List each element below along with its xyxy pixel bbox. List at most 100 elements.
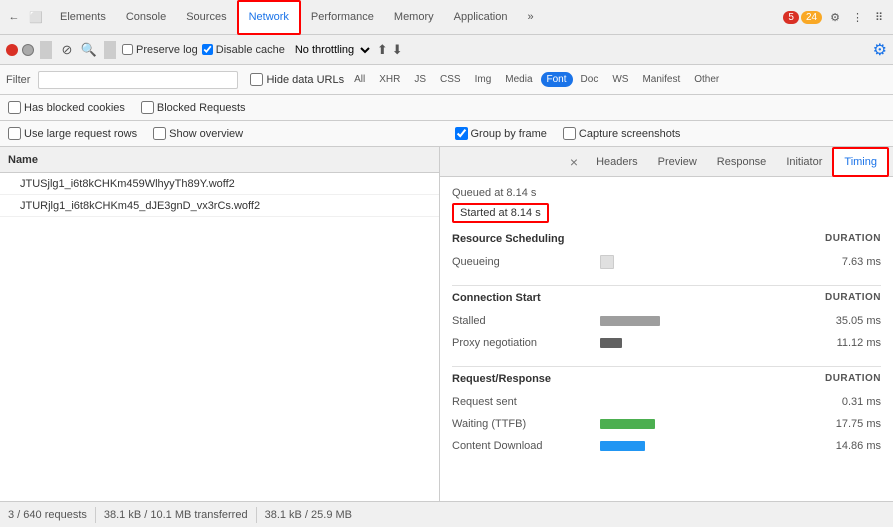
filter-tags: All XHR JS CSS Img Media Font Doc WS Man…	[348, 72, 725, 87]
show-overview-checkbox[interactable]	[153, 127, 166, 140]
capture-screenshots-label[interactable]: Capture screenshots	[563, 127, 681, 140]
preserve-log-label[interactable]: Preserve log	[122, 44, 198, 56]
filter-ws[interactable]: WS	[606, 72, 634, 87]
content-download-bar-container	[600, 441, 803, 451]
filter-doc[interactable]: Doc	[575, 72, 605, 87]
tab-initiator[interactable]: Initiator	[776, 147, 832, 177]
settings-network-icon[interactable]: ⚙	[873, 40, 887, 60]
timing-row-request-sent: Request sent 0.31 ms	[452, 391, 881, 413]
name-column-header: Name	[0, 147, 439, 173]
upload-icon[interactable]: ⬆	[377, 42, 388, 58]
connection-start-dur-label: DURATION	[825, 292, 881, 304]
hide-data-urls-label[interactable]: Hide data URLs	[250, 73, 344, 86]
tab-timing[interactable]: Timing	[832, 147, 889, 177]
request-response-section: Request/Response DURATION Request sent 0…	[452, 373, 881, 457]
right-tabs: × Headers Preview Response Initiator Tim…	[440, 147, 893, 177]
settings-icon[interactable]: ⚙	[824, 7, 846, 28]
filter-font[interactable]: Font	[541, 72, 573, 87]
checkboxes-row: Has blocked cookies Blocked Requests	[0, 95, 893, 121]
group-by-frame-label[interactable]: Group by frame	[455, 127, 547, 140]
filter-img[interactable]: Img	[469, 72, 498, 87]
disable-cache-label[interactable]: Disable cache	[202, 44, 285, 56]
more-options-icon[interactable]: ⋮	[846, 7, 869, 28]
dock-icon[interactable]: ⠿	[869, 7, 889, 28]
started-at-info: Started at 8.14 s	[452, 203, 549, 223]
resource-scheduling-title: Resource Scheduling	[452, 233, 564, 245]
resource-scheduling-dur-label: DURATION	[825, 233, 881, 245]
tab-application[interactable]: Application	[444, 0, 518, 35]
warning-badge: 24	[801, 11, 822, 24]
throttle-select[interactable]: No throttling	[289, 42, 373, 58]
preserve-log-checkbox[interactable]	[122, 44, 133, 55]
request-list: JTUSjlg1_i6t8kCHKm459WlhyyTh89Y.woff2 JT…	[0, 173, 439, 501]
disable-cache-checkbox[interactable]	[202, 44, 213, 55]
blocked-requests-checkbox[interactable]	[141, 101, 154, 114]
filter-manifest[interactable]: Manifest	[636, 72, 686, 87]
connection-start-title: Connection Start	[452, 292, 541, 304]
timing-row-stalled: Stalled 35.05 ms	[452, 310, 881, 332]
blocked-cookies-checkbox[interactable]	[8, 101, 21, 114]
queueing-bar	[600, 255, 614, 269]
queueing-value: 7.63 ms	[811, 256, 881, 268]
ttfb-value: 17.75 ms	[811, 418, 881, 430]
resource-size: 38.1 kB / 25.9 MB	[265, 509, 352, 521]
tab-network[interactable]: Network	[237, 0, 301, 35]
download-icon[interactable]: ⬇	[392, 42, 403, 58]
tab-preview[interactable]: Preview	[648, 147, 707, 177]
hide-data-urls-checkbox[interactable]	[250, 73, 263, 86]
filter-icon[interactable]: ⊘	[58, 41, 76, 59]
filter-all[interactable]: All	[348, 72, 371, 87]
requests-count: 3 / 640 requests	[8, 509, 87, 521]
tab-more[interactable]: »	[517, 0, 543, 35]
filter-xhr[interactable]: XHR	[373, 72, 406, 87]
content-download-bar	[600, 441, 645, 451]
close-panel-button[interactable]: ×	[562, 150, 586, 174]
filter-css[interactable]: CSS	[434, 72, 467, 87]
forward-icon[interactable]: ⬜	[26, 7, 46, 27]
tab-console[interactable]: Console	[116, 0, 176, 35]
proxy-bar	[600, 338, 622, 348]
request-sent-value: 0.31 ms	[811, 396, 881, 408]
blocked-requests-label[interactable]: Blocked Requests	[141, 101, 246, 114]
blocked-cookies-label[interactable]: Has blocked cookies	[8, 101, 125, 114]
ttfb-bar	[600, 419, 655, 429]
error-badge: 5	[783, 11, 799, 24]
group-by-frame-checkbox[interactable]	[455, 127, 468, 140]
search-icon[interactable]: 🔍	[80, 41, 98, 59]
content-download-label: Content Download	[452, 440, 592, 452]
capture-screenshots-checkbox[interactable]	[563, 127, 576, 140]
status-divider-1	[95, 507, 96, 523]
filter-js[interactable]: JS	[408, 72, 432, 87]
left-panel: Name JTUSjlg1_i6t8kCHKm459WlhyyTh89Y.wof…	[0, 147, 440, 501]
proxy-value: 11.12 ms	[811, 337, 881, 349]
tab-performance[interactable]: Performance	[301, 0, 384, 35]
status-divider-2	[256, 507, 257, 523]
request-item-0[interactable]: JTUSjlg1_i6t8kCHKm459WlhyyTh89Y.woff2	[0, 173, 439, 195]
stop-button[interactable]	[22, 44, 34, 56]
tab-headers[interactable]: Headers	[586, 147, 648, 177]
record-button[interactable]	[6, 44, 18, 56]
queueing-bar-container	[600, 255, 803, 269]
request-item-1[interactable]: JTURjlg1_i6t8kCHKm45_dJE3gnD_vx3rCs.woff…	[0, 195, 439, 217]
timing-content: Queued at 8.14 s Started at 8.14 s Resou…	[440, 177, 893, 501]
queued-at-info: Queued at 8.14 s	[452, 187, 881, 199]
filter-input[interactable]	[38, 71, 238, 89]
tab-sources[interactable]: Sources	[176, 0, 236, 35]
back-icon[interactable]: ←	[4, 7, 24, 27]
show-overview-label[interactable]: Show overview	[153, 127, 243, 140]
tab-response[interactable]: Response	[707, 147, 777, 177]
divider2	[104, 41, 116, 59]
large-rows-checkbox[interactable]	[8, 127, 21, 140]
divider-2	[452, 366, 881, 367]
stalled-label: Stalled	[452, 315, 592, 327]
filter-label: Filter	[6, 74, 30, 86]
request-response-title: Request/Response	[452, 373, 551, 385]
filter-other[interactable]: Other	[688, 72, 725, 87]
ttfb-label: Waiting (TTFB)	[452, 418, 592, 430]
tab-elements[interactable]: Elements	[50, 0, 116, 35]
large-rows-label[interactable]: Use large request rows	[8, 127, 137, 140]
stalled-bar-container	[600, 316, 803, 326]
proxy-bar-container	[600, 338, 803, 348]
filter-media[interactable]: Media	[499, 72, 538, 87]
tab-memory[interactable]: Memory	[384, 0, 444, 35]
